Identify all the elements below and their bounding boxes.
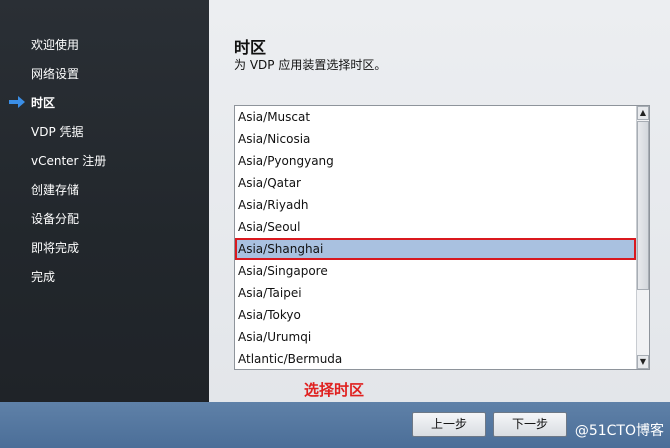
timezone-item[interactable]: Asia/Qatar: [235, 172, 636, 194]
timezone-item[interactable]: Asia/Nicosia: [235, 128, 636, 150]
step-label: 欢迎使用: [31, 38, 80, 52]
timezone-item[interactable]: Asia/Muscat: [235, 106, 636, 128]
step-create-storage[interactable]: 创建存储: [0, 181, 209, 210]
triangle-down-icon: ▼: [639, 357, 647, 366]
step-label: vCenter 注册: [31, 154, 107, 168]
timezone-item[interactable]: Asia/Pyongyang: [235, 150, 636, 172]
step-label: 即将完成: [31, 241, 80, 255]
step-timezone[interactable]: 时区: [0, 94, 209, 123]
timezone-item[interactable]: Asia/Taipei: [235, 282, 636, 304]
timezone-item[interactable]: Asia/Seoul: [235, 216, 636, 238]
timezone-item[interactable]: Asia/Singapore: [235, 260, 636, 282]
step-vcenter-registration[interactable]: vCenter 注册: [0, 152, 209, 181]
wizard-step-list: 欢迎使用 网络设置 时区 VDP 凭据 vCenter 注册 创建存储 设备分配…: [0, 36, 209, 297]
step-device-allocation[interactable]: 设备分配: [0, 210, 209, 239]
step-label: 创建存储: [31, 183, 80, 197]
step-vdp-credentials[interactable]: VDP 凭据: [0, 123, 209, 152]
wizard-footer: 上一步 下一步 @51CTO博客: [0, 402, 670, 448]
main-panel: 时区 为 VDP 应用装置选择时区。 Asia/Muscat Asia/Nico…: [209, 0, 670, 402]
step-label: 设备分配: [31, 212, 80, 226]
next-button[interactable]: 下一步: [493, 412, 567, 437]
timezone-listbox[interactable]: Asia/Muscat Asia/Nicosia Asia/Pyongyang …: [234, 105, 650, 370]
timezone-item-selected[interactable]: Asia/Shanghai: [235, 238, 636, 260]
timezone-item[interactable]: Asia/Urumqi: [235, 326, 636, 348]
timezone-item[interactable]: Asia/Tokyo: [235, 304, 636, 326]
page-subtitle: 为 VDP 应用装置选择时区。: [234, 58, 387, 72]
annotation-label: 选择时区: [304, 381, 365, 399]
step-label: 时区: [31, 96, 56, 110]
step-label: 网络设置: [31, 67, 80, 81]
watermark: @51CTO博客: [574, 423, 664, 439]
scroll-down-button[interactable]: ▼: [637, 355, 649, 369]
timezone-item[interactable]: Atlantic/Bermuda: [235, 348, 636, 369]
timezone-list: Asia/Muscat Asia/Nicosia Asia/Pyongyang …: [235, 106, 636, 369]
step-complete[interactable]: 完成: [0, 268, 209, 297]
step-network-settings[interactable]: 网络设置: [0, 65, 209, 94]
scrollbar-thumb[interactable]: [637, 121, 649, 290]
step-label: 完成: [31, 270, 56, 284]
back-button[interactable]: 上一步: [412, 412, 486, 437]
wizard-sidebar: 欢迎使用 网络设置 时区 VDP 凭据 vCenter 注册 创建存储 设备分配…: [0, 0, 209, 402]
right-arrow-icon: [9, 96, 25, 108]
step-ready-to-complete[interactable]: 即将完成: [0, 239, 209, 268]
step-welcome[interactable]: 欢迎使用: [0, 36, 209, 65]
step-label: VDP 凭据: [31, 125, 84, 139]
scroll-up-button[interactable]: ▲: [637, 106, 649, 120]
vertical-scrollbar[interactable]: ▲ ▼: [636, 106, 649, 369]
page-title: 时区: [234, 38, 267, 57]
timezone-item[interactable]: Asia/Riyadh: [235, 194, 636, 216]
triangle-up-icon: ▲: [639, 108, 647, 117]
